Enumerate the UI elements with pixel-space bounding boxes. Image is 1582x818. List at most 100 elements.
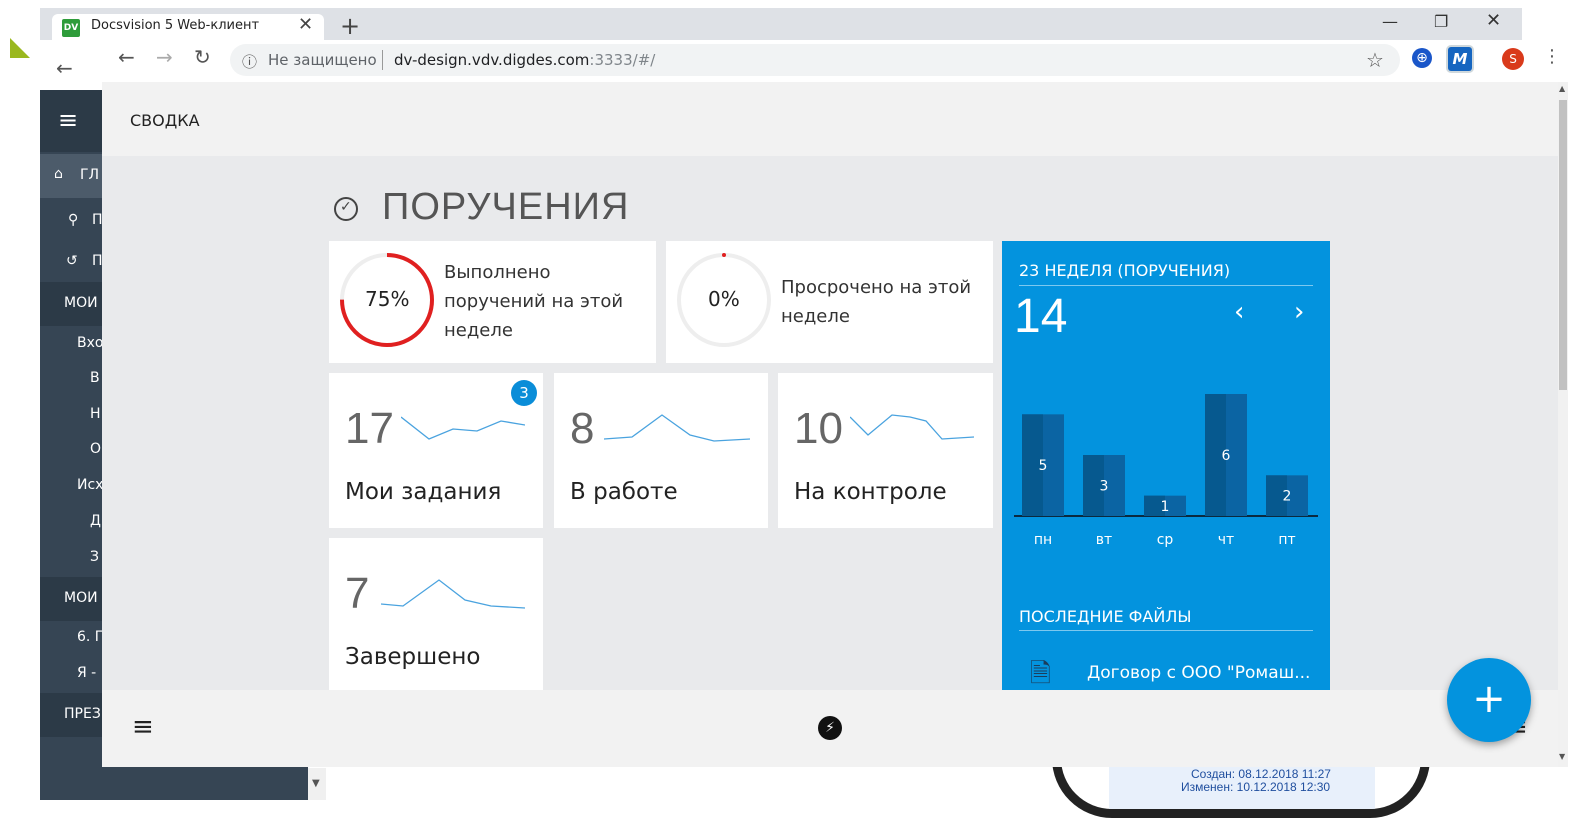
add-fab-button[interactable]: + bbox=[1447, 658, 1531, 742]
week-count: 14 bbox=[1014, 290, 1068, 343]
next-week-button[interactable]: › bbox=[1294, 297, 1304, 327]
background-section-3-label: ПРЕЗ bbox=[64, 706, 101, 722]
reload-icon[interactable]: ↻ bbox=[194, 45, 211, 69]
close-window-icon[interactable]: ✕ bbox=[1486, 10, 1501, 31]
files-divider bbox=[1019, 630, 1313, 631]
sparkline bbox=[381, 579, 525, 609]
chart-value-label: 2 bbox=[1283, 489, 1292, 505]
notification-badge: 3 bbox=[511, 380, 537, 406]
profile-avatar[interactable]: S bbox=[1502, 48, 1524, 70]
background-item[interactable]: Вхо bbox=[77, 335, 103, 351]
stat-value: 7 bbox=[345, 569, 370, 618]
chart-category-label: пн bbox=[1034, 532, 1052, 548]
page-title: СВОДКА bbox=[130, 111, 200, 130]
sparkline bbox=[604, 414, 750, 442]
chart-category-label: чт bbox=[1218, 532, 1234, 548]
address-divider bbox=[382, 50, 383, 70]
chart-value-label: 5 bbox=[1039, 458, 1048, 474]
scrollbar-thumb[interactable] bbox=[1559, 100, 1567, 390]
back-icon[interactable]: ← bbox=[118, 45, 135, 69]
completed-card[interactable]: 7 Завершено bbox=[329, 538, 543, 693]
done-card[interactable]: 75% Выполнено поручений на этой неделе bbox=[329, 241, 656, 363]
lightning-icon[interactable]: ⚡ bbox=[818, 716, 842, 740]
bookmark-star-icon[interactable]: ☆ bbox=[1366, 48, 1384, 72]
stat-label: Мои задания bbox=[345, 479, 502, 505]
my-tasks-card[interactable]: 17 3 Мои задания bbox=[329, 373, 543, 528]
scroll-down-icon[interactable]: ▼ bbox=[1559, 752, 1565, 761]
search-icon: ⚲ bbox=[68, 212, 79, 228]
bottom-bar: ≡ ⚡ ≡ bbox=[102, 690, 1558, 767]
background-item[interactable]: 6. Г bbox=[77, 629, 103, 645]
history-icon: ↺ bbox=[66, 253, 78, 269]
background-item[interactable]: О bbox=[90, 441, 101, 457]
scroll-up-icon[interactable]: ▲ bbox=[1559, 84, 1565, 93]
new-tab-icon[interactable]: + bbox=[340, 12, 360, 40]
url-path: :3333/#/ bbox=[589, 51, 656, 69]
overdue-percent: 0% bbox=[708, 287, 740, 311]
chart-value-label: 1 bbox=[1161, 499, 1170, 515]
background-item[interactable]: Д bbox=[90, 513, 101, 529]
overdue-card[interactable]: 0% Просрочено на этой неделе bbox=[666, 241, 993, 363]
app-header: СВОДКА bbox=[102, 82, 1558, 156]
week-divider bbox=[1019, 285, 1313, 286]
chart-category-label: ср bbox=[1157, 532, 1174, 548]
background-section-1-label: МОИ bbox=[64, 295, 98, 311]
background-section-2-label: МОИ bbox=[64, 590, 98, 606]
background-history-item[interactable]: П bbox=[92, 253, 103, 269]
check-circle-icon: ✓ bbox=[334, 197, 358, 221]
stat-value: 8 bbox=[570, 404, 595, 453]
overdue-description: Просрочено на этой неделе bbox=[781, 277, 972, 327]
week-bar-chart: 5 пн 3 вт 1 ср 6 чт 2 пт bbox=[1014, 394, 1318, 548]
favicon-icon: DV bbox=[62, 19, 80, 37]
background-scroll-down[interactable]: ▼ bbox=[308, 768, 326, 800]
background-item[interactable]: Исх bbox=[77, 477, 103, 493]
corner-marker bbox=[10, 38, 30, 58]
stat-value: 10 bbox=[794, 404, 843, 453]
recent-files-title: ПОСЛЕДНИЕ ФАЙЛЫ bbox=[1019, 607, 1192, 626]
in-work-card[interactable]: 8 В работе bbox=[554, 373, 768, 528]
security-label: Не защищено bbox=[268, 51, 377, 69]
close-tab-icon[interactable]: ✕ bbox=[298, 14, 313, 35]
done-description: Выполнено поручений на этой неделе bbox=[444, 262, 624, 341]
sparkline bbox=[401, 416, 525, 440]
browser-menu-icon[interactable]: ⋮ bbox=[1543, 46, 1561, 67]
stat-label: На контроле bbox=[794, 479, 947, 505]
background-home-label: ГЛ bbox=[80, 167, 100, 183]
stat-value: 17 bbox=[345, 404, 394, 453]
background-menu-icon[interactable]: ≡ bbox=[58, 106, 78, 134]
background-item[interactable]: В bbox=[90, 370, 100, 386]
stat-label: В работе bbox=[570, 479, 678, 505]
globe-extension-icon[interactable]: ⊕ bbox=[1412, 48, 1432, 68]
week-panel: 23 НЕДЕЛЯ (ПОРУЧЕНИЯ) 14 ‹ › 5 пн 3 вт 1 ср 6 ч… bbox=[1002, 241, 1330, 767]
sparkline bbox=[850, 414, 974, 440]
stat-label: Завершено bbox=[345, 644, 481, 670]
control-card[interactable]: 10 На контроле bbox=[778, 373, 993, 528]
prev-week-button[interactable]: ‹ bbox=[1234, 297, 1244, 327]
page-viewport: СВОДКА ✓ ПОРУЧЕНИЯ 75% Выполнено поручен… bbox=[102, 82, 1558, 767]
section-title: ПОРУЧЕНИЯ bbox=[382, 186, 630, 228]
chart-category-label: вт bbox=[1096, 532, 1112, 548]
info-icon[interactable]: ⓘ bbox=[242, 51, 257, 72]
background-phone-modified: Изменен: 10.12.2018 12:30 bbox=[1181, 780, 1331, 794]
m-extension-icon[interactable]: M bbox=[1448, 47, 1472, 71]
background-phone-created: Создан: 08.12.2018 11:27 bbox=[1191, 767, 1331, 781]
week-title: 23 НЕДЕЛЯ (ПОРУЧЕНИЯ) bbox=[1019, 261, 1231, 280]
background-search-item[interactable]: П bbox=[92, 212, 103, 228]
page-scrollbar[interactable]: ▲ ▼ bbox=[1558, 82, 1568, 767]
chart-category-label: пт bbox=[1278, 532, 1295, 548]
done-percent: 75% bbox=[365, 287, 410, 311]
background-phone-mockup: Создан: 08.12.2018 11:27 Изменен: 10.12.… bbox=[1052, 758, 1430, 818]
url-host: dv-design.vdv.digdes.com bbox=[394, 51, 590, 69]
recent-file-link[interactable]: Договор с ООО "Ромаш... bbox=[1087, 663, 1310, 683]
forward-icon[interactable]: → bbox=[156, 45, 173, 69]
chart-value-label: 6 bbox=[1222, 448, 1231, 464]
background-back-icon[interactable]: ← bbox=[56, 56, 73, 80]
tab-title: Docsvision 5 Web-клиент bbox=[91, 18, 260, 33]
background-item[interactable]: З bbox=[90, 549, 99, 565]
restore-icon[interactable]: ❐ bbox=[1434, 12, 1448, 31]
url-text[interactable]: dv-design.vdv.digdes.com:3333/#/ bbox=[394, 51, 655, 69]
background-item[interactable]: Н bbox=[90, 406, 101, 422]
background-item[interactable]: Я - bbox=[77, 665, 96, 681]
bottom-menu-icon[interactable]: ≡ bbox=[132, 712, 154, 742]
minimize-icon[interactable]: — bbox=[1382, 12, 1398, 31]
